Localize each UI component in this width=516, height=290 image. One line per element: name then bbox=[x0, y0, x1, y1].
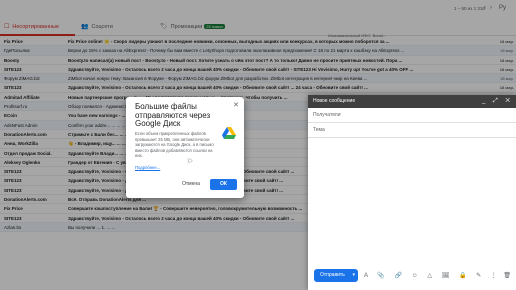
learn-more-link[interactable]: Подробнее... bbox=[135, 165, 160, 170]
google-drive-icon bbox=[222, 127, 236, 139]
large-files-dialog: Большие файлы отправляются через Google … bbox=[126, 97, 244, 198]
compose-window-controls[interactable]: _ ⤢ ✕ bbox=[482, 95, 513, 108]
subject-field[interactable]: Тема bbox=[308, 123, 516, 138]
mouse-cursor-icon: ➤ bbox=[187, 158, 193, 165]
compose-footer: Отправить ▾ A 📎 🔗 ☺ △ 🖼 🔒 ✎ ⋮ 🗑 bbox=[308, 264, 516, 290]
formatting-toolbar-icons[interactable]: A 📎 🔗 ☺ △ 🖼 🔒 ✎ ⋮ bbox=[364, 272, 501, 279]
compose-window: Новое сообщение _ ⤢ ✕ Получатели Тема От… bbox=[308, 95, 516, 290]
compose-header: Новое сообщение _ ⤢ ✕ bbox=[308, 95, 516, 108]
recipients-field[interactable]: Получатели bbox=[308, 108, 516, 123]
cancel-button[interactable]: Отмена bbox=[182, 179, 200, 190]
send-options-icon[interactable]: ▾ bbox=[352, 269, 355, 282]
ok-button[interactable]: ОК bbox=[210, 179, 237, 190]
dialog-body: Если объем прикрепленных файлов превышае… bbox=[135, 131, 214, 158]
trash-icon[interactable]: 🗑 bbox=[503, 272, 511, 279]
close-icon[interactable]: ✕ bbox=[233, 101, 239, 109]
send-label: Отправить bbox=[320, 272, 345, 278]
compose-title: Новое сообщение bbox=[313, 98, 356, 104]
send-button[interactable]: Отправить ▾ bbox=[314, 269, 358, 282]
dialog-title: Большие файлы отправляются через Google … bbox=[135, 102, 211, 128]
